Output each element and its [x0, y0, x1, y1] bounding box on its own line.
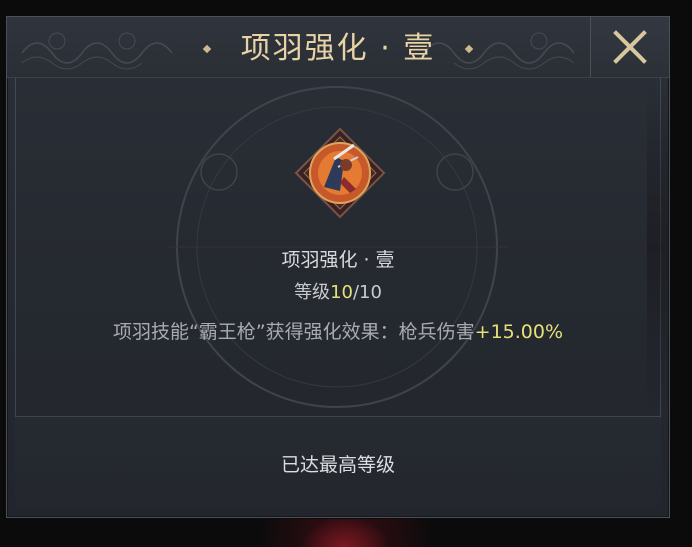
title-diamond-left — [202, 44, 211, 54]
skill-description: 项羽技能“霸王枪”获得强化效果：枪兵伤害+15.00% — [7, 317, 669, 344]
skill-level: 等级10/10 — [7, 278, 669, 304]
description-bonus: +15.00% — [474, 321, 564, 343]
background-edge — [669, 0, 692, 547]
screen: 项羽强化 · 壹 项羽强化 · 壹 等级10/10 项羽技能“霸王枪”获得强化效… — [0, 0, 692, 547]
background-glow — [300, 517, 390, 547]
title-bar: 项羽强化 · 壹 — [7, 29, 669, 69]
skill-name: 项羽强化 · 壹 — [281, 249, 395, 271]
dialog-footer: 已达最高等级 — [15, 416, 661, 509]
max-level-status: 已达最高等级 — [280, 454, 395, 476]
description-text: 项羽技能“霸王枪”获得强化效果：枪兵伤害 — [112, 321, 475, 343]
dialog-title: 项羽强化 · 壹 — [240, 31, 436, 66]
level-label: 等级 — [294, 282, 331, 303]
close-icon — [613, 30, 647, 64]
level-max: /10 — [352, 282, 382, 303]
upgrade-dialog: 项羽强化 · 壹 项羽强化 · 壹 等级10/10 项羽技能“霸王枪”获得强化效… — [6, 16, 670, 518]
level-current: 10 — [330, 282, 353, 303]
close-button[interactable] — [590, 17, 669, 77]
dialog-header: 项羽强化 · 壹 — [7, 17, 669, 78]
title-diamond-right — [465, 44, 474, 54]
skill-emblem — [294, 127, 386, 219]
